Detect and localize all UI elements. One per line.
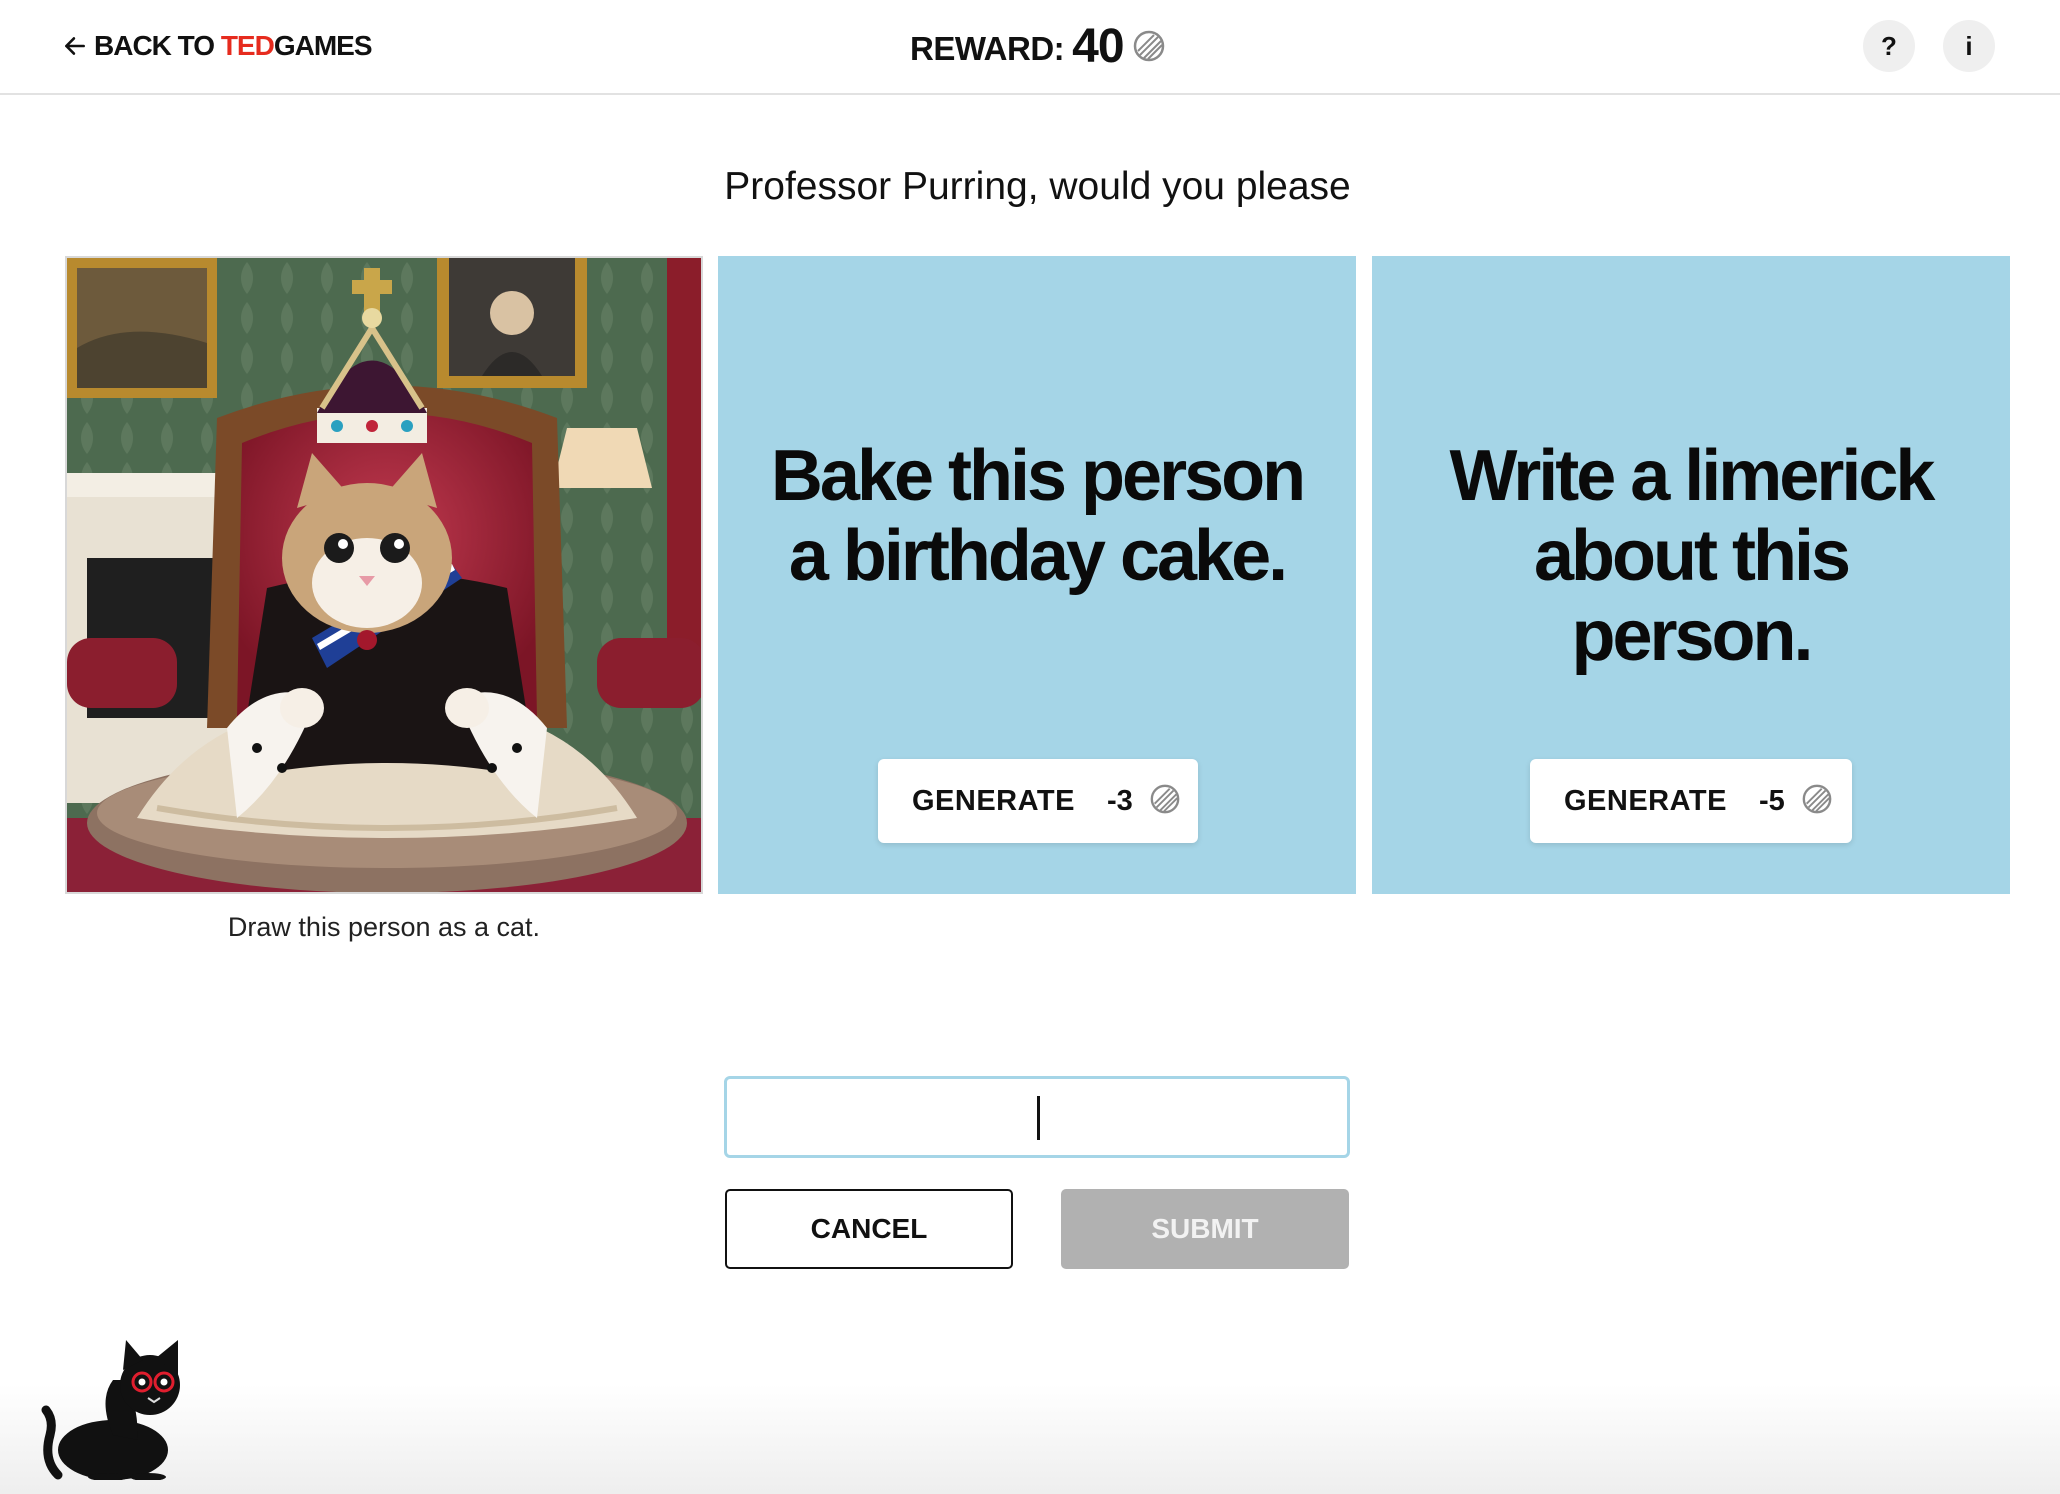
reward-label: REWARD: <box>910 30 1065 67</box>
royal-cat-illustration <box>67 258 701 892</box>
reward-value: 40 <box>1072 19 1124 73</box>
prompt-title: Professor Purring, would you please <box>724 165 1351 208</box>
generate-label: GENERATE <box>1564 784 1727 817</box>
image-caption: Draw this person as a cat. <box>227 912 541 942</box>
yarn-ball-icon <box>1149 783 1181 820</box>
help-button[interactable]: ? <box>1863 20 1915 72</box>
back-arrow-icon <box>65 37 85 55</box>
generate-limerick-button[interactable]: GENERATE -5 <box>1530 759 1852 843</box>
task-text: Write a limerick about this person. <box>1449 436 1936 676</box>
generate-label: GENERATE <box>912 784 1075 817</box>
cost-value: -3 <box>1106 784 1133 817</box>
back-prefix-text: BACK TO <box>94 30 221 61</box>
bottom-gradient <box>0 1384 2060 1494</box>
generate-cake-button[interactable]: GENERATE -3 <box>878 759 1198 843</box>
yarn-ball-icon <box>1132 29 1166 63</box>
cost-value: -5 <box>1758 784 1785 817</box>
info-button[interactable]: i <box>1943 20 1995 72</box>
yarn-ball-icon <box>1801 783 1833 820</box>
birthday-cake-task-card[interactable]: Bake this person a birthday cake. GENERA… <box>718 256 1356 894</box>
back-to-ted-games-link[interactable]: BACK TO TEDGAMES <box>62 28 373 64</box>
cancel-button[interactable]: CANCEL <box>725 1189 1013 1269</box>
back-link-label: BACK TO TEDGAMES <box>94 30 373 62</box>
game-page: BACK TO TEDGAMES REWARD: 40 ? i Professo… <box>0 0 2060 1494</box>
cat-mascot-icon[interactable] <box>38 1340 188 1480</box>
cat-image-card[interactable] <box>65 256 703 894</box>
info-icon: i <box>1965 30 1973 61</box>
games-text: GAMES <box>273 30 373 61</box>
limerick-task-card[interactable]: Write a limerick about this person. GENE… <box>1372 256 2010 894</box>
task-text: Bake this person a birthday cake. <box>770 436 1306 596</box>
ted-logo-text: TED <box>220 30 275 61</box>
reward-counter: REWARD: 40 <box>910 18 1166 74</box>
top-bar: BACK TO TEDGAMES REWARD: 40 ? i <box>0 0 2060 95</box>
text-caret <box>1037 1096 1040 1140</box>
help-icon: ? <box>1881 30 1897 61</box>
submit-button[interactable]: SUBMIT <box>1061 1189 1349 1269</box>
